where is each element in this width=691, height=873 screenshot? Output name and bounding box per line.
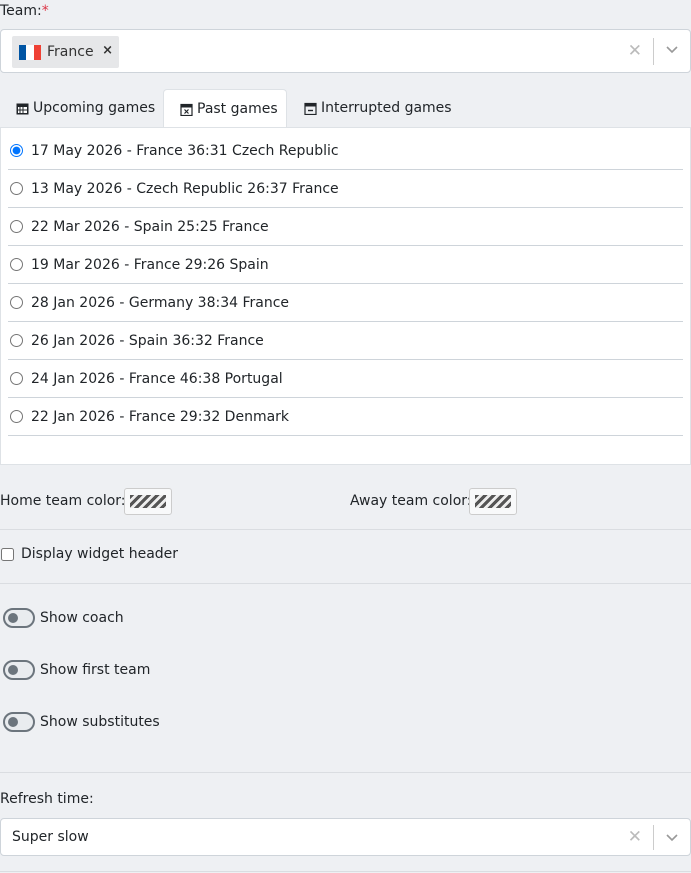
team-select[interactable]: France × ✕ bbox=[0, 29, 691, 73]
tab-label: Past games bbox=[197, 101, 278, 117]
divider bbox=[0, 583, 691, 584]
game-text: 28 Jan 2026 - Germany 38:34 France bbox=[31, 294, 290, 311]
away-color-label: Away team color: bbox=[350, 493, 472, 509]
game-radio[interactable] bbox=[10, 410, 23, 423]
game-row[interactable]: 13 May 2026 - Czech Republic 26:37 Franc… bbox=[8, 170, 683, 208]
game-row[interactable]: 19 Mar 2026 - France 29:26 Spain bbox=[8, 246, 683, 284]
calendar-x-icon bbox=[180, 103, 193, 116]
tab-upcoming-games[interactable]: Upcoming games bbox=[16, 89, 155, 128]
tab-past-games[interactable]: Past games bbox=[163, 89, 287, 129]
game-radio[interactable] bbox=[10, 182, 23, 195]
game-row[interactable]: 22 Jan 2026 - France 29:32 Denmark bbox=[8, 398, 683, 436]
game-radio[interactable] bbox=[10, 220, 23, 233]
unset-color-pattern-icon bbox=[130, 495, 166, 508]
show-substitutes-toggle[interactable] bbox=[3, 712, 35, 732]
game-row[interactable]: 22 Mar 2026 - Spain 25:25 France bbox=[8, 208, 683, 246]
show-first-team-toggle[interactable] bbox=[3, 660, 35, 680]
tab-label: Interrupted games bbox=[321, 100, 452, 116]
team-label: Team:* bbox=[0, 3, 49, 19]
game-row[interactable]: 28 Jan 2026 - Germany 38:34 France bbox=[8, 284, 683, 322]
game-radio[interactable] bbox=[10, 372, 23, 385]
show-first-team-option[interactable]: Show first team bbox=[3, 660, 150, 680]
game-radio[interactable] bbox=[10, 144, 23, 157]
game-row[interactable]: 24 Jan 2026 - France 46:38 Portugal bbox=[8, 360, 683, 398]
game-text: 22 Jan 2026 - France 29:32 Denmark bbox=[31, 408, 290, 425]
divider bbox=[0, 529, 691, 530]
home-color-picker[interactable] bbox=[124, 488, 172, 515]
tab-interrupted-games[interactable]: Interrupted games bbox=[304, 89, 452, 128]
game-radio[interactable] bbox=[10, 334, 23, 347]
selected-team-chip: France × bbox=[12, 36, 119, 68]
games-tabs: Upcoming games Past games Interrupted ga… bbox=[0, 89, 691, 129]
divider bbox=[0, 772, 691, 773]
clear-icon[interactable]: ✕ bbox=[628, 41, 642, 61]
display-header-label: Display widget header bbox=[21, 546, 179, 562]
past-games-panel: 17 May 2026 - France 36:31 Czech Republi… bbox=[0, 127, 691, 465]
selected-team-name: France bbox=[47, 44, 94, 60]
game-radio[interactable] bbox=[10, 296, 23, 309]
chevron-down-icon[interactable] bbox=[665, 830, 679, 844]
game-row[interactable]: 17 May 2026 - France 36:31 Czech Republi… bbox=[8, 132, 683, 170]
show-coach-option[interactable]: Show coach bbox=[3, 608, 124, 628]
game-radio[interactable] bbox=[10, 258, 23, 271]
game-text: 13 May 2026 - Czech Republic 26:37 Franc… bbox=[31, 180, 339, 197]
refresh-time-value: Super slow bbox=[12, 829, 89, 845]
game-text: 24 Jan 2026 - France 46:38 Portugal bbox=[31, 370, 283, 387]
show-first-team-label: Show first team bbox=[40, 662, 151, 678]
select-separator bbox=[653, 825, 654, 850]
display-header-option[interactable]: Display widget header bbox=[0, 546, 178, 562]
show-substitutes-option[interactable]: Show substitutes bbox=[3, 712, 160, 732]
team-colors-row: Home team color: Away team color: bbox=[0, 488, 691, 516]
game-text: 17 May 2026 - France 36:31 Czech Republi… bbox=[31, 142, 339, 159]
calendar-minus-icon bbox=[304, 102, 317, 115]
remove-team-button[interactable]: × bbox=[102, 43, 113, 58]
game-text: 19 Mar 2026 - France 29:26 Spain bbox=[31, 256, 269, 273]
show-coach-label: Show coach bbox=[40, 610, 124, 626]
game-text: 22 Mar 2026 - Spain 25:25 France bbox=[31, 218, 269, 235]
home-color-label: Home team color: bbox=[0, 493, 126, 509]
display-header-checkbox[interactable] bbox=[1, 547, 14, 561]
refresh-time-select[interactable]: Super slow ✕ bbox=[0, 818, 691, 856]
tab-label: Upcoming games bbox=[33, 100, 156, 116]
game-row[interactable]: 26 Jan 2026 - Spain 36:32 France bbox=[8, 322, 683, 360]
refresh-time-label: Refresh time: bbox=[0, 791, 94, 807]
clear-icon[interactable]: ✕ bbox=[628, 827, 642, 847]
show-coach-toggle[interactable] bbox=[3, 608, 35, 628]
chevron-down-icon[interactable] bbox=[665, 42, 679, 56]
select-separator bbox=[653, 38, 654, 65]
divider bbox=[0, 871, 691, 872]
away-color-picker[interactable] bbox=[469, 488, 517, 515]
france-flag-icon bbox=[19, 44, 41, 60]
required-mark: * bbox=[41, 3, 49, 19]
show-substitutes-label: Show substitutes bbox=[40, 714, 160, 730]
game-text: 26 Jan 2026 - Spain 36:32 France bbox=[31, 332, 264, 349]
calendar-icon bbox=[16, 103, 29, 115]
unset-color-pattern-icon bbox=[475, 495, 511, 508]
